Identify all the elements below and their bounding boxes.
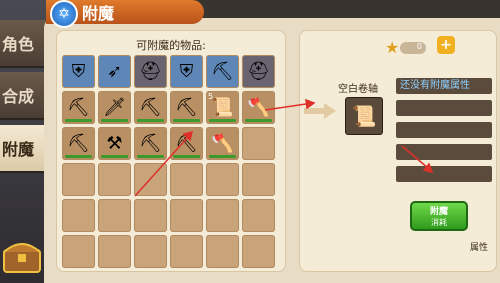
inventory-slot-empty[interactable] — [242, 199, 275, 232]
bow-icon: ➶ — [106, 61, 123, 82]
durability-bar — [209, 155, 236, 158]
inventory-slot-empty[interactable] — [206, 199, 239, 232]
scroll-label: 空白卷轴 — [338, 84, 378, 95]
property-slot-5 — [396, 166, 492, 182]
inventory-slot-empty[interactable] — [98, 163, 131, 196]
scroll-slot[interactable]: 📜 — [345, 97, 383, 135]
add-star-button[interactable]: + — [437, 36, 455, 54]
property-slot-4 — [396, 144, 492, 160]
arrow-right-icon — [304, 103, 336, 119]
treasure-chest-icon[interactable] — [0, 236, 44, 276]
scroll-icon: 📜 — [351, 104, 377, 128]
inventory-title: 可附魔的物品: — [136, 39, 206, 52]
enchant-cost-label: 消耗 — [431, 218, 447, 227]
durability-bar — [245, 119, 272, 122]
helmet-icon: ⛑ — [139, 61, 162, 82]
inventory-panel: 可附魔的物品: ⛨ ➶ ⛑ ⛨ ⛏ ⛑ ⛏ 🗡 ⛏ ⛏ 📜 5 🪓 ⛏ ⚒ ⛏ ⛏ 🪓 — [56, 30, 286, 272]
item-count: 5 — [208, 92, 214, 101]
inventory-slot-empty[interactable] — [170, 235, 203, 268]
inventory-slot-empty[interactable] — [170, 199, 203, 232]
inventory-slot-item[interactable]: ⛏ — [62, 127, 95, 160]
inventory-slot-empty[interactable] — [242, 127, 275, 160]
inventory-slot-empty[interactable] — [62, 163, 95, 196]
tab-enchant[interactable]: 附魔 — [0, 125, 50, 173]
inventory-slot-item[interactable]: ⛑ — [242, 55, 275, 88]
inventory-slot-item[interactable]: ⛏ — [170, 91, 203, 124]
tab-role-label: 角色 — [2, 35, 35, 54]
inventory-slot-empty[interactable] — [62, 199, 95, 232]
pickaxe-icon: ⛏ — [211, 61, 234, 82]
inventory-slot-item[interactable]: 📜 5 — [206, 91, 239, 124]
inventory-slot-item[interactable]: ⛑ — [134, 55, 167, 88]
inventory-slot-empty[interactable] — [242, 235, 275, 268]
inventory-slot-item[interactable]: 🗡 — [98, 91, 131, 124]
inventory-slot-empty[interactable] — [170, 163, 203, 196]
inventory-slot-empty[interactable] — [98, 235, 131, 268]
star-count: 0 — [400, 42, 426, 54]
property-slot-1: 还没有附魔属性 — [396, 78, 492, 94]
inventory-slot-item[interactable]: ⛏ — [170, 127, 203, 160]
inventory-slot-item[interactable]: ⛨ — [62, 55, 95, 88]
durability-bar — [101, 119, 128, 122]
durability-bar — [173, 119, 200, 122]
tab-enchant-label: 附魔 — [2, 140, 35, 159]
enchant-button-label: 附魔 — [429, 207, 448, 217]
helmet-iron-icon: ⛑ — [247, 61, 270, 82]
armor-blue-icon: ⛨ — [71, 61, 86, 82]
inventory-slot-empty[interactable] — [242, 163, 275, 196]
page-title: 附魔 — [82, 4, 115, 23]
inventory-slot-item[interactable]: ➶ — [98, 55, 131, 88]
inventory-slot-item[interactable]: ⛏ — [134, 127, 167, 160]
tab-craft[interactable]: 合成 — [0, 72, 50, 120]
inventory-slot-empty[interactable] — [62, 235, 95, 268]
inventory-slot-item[interactable]: ⛏ — [134, 91, 167, 124]
inventory-grid: ⛨ ➶ ⛑ ⛨ ⛏ ⛑ ⛏ 🗡 ⛏ ⛏ 📜 5 🪓 ⛏ ⚒ ⛏ ⛏ 🪓 — [62, 55, 275, 268]
inventory-slot-item[interactable]: ⛏ — [206, 55, 239, 88]
inventory-slot-empty[interactable] — [206, 163, 239, 196]
inventory-slot-empty[interactable] — [206, 235, 239, 268]
durability-bar — [137, 119, 164, 122]
inventory-slot-item[interactable]: 🪓 — [242, 91, 275, 124]
tab-craft-label: 合成 — [2, 87, 35, 106]
property-slot-2 — [396, 100, 492, 116]
durability-bar — [209, 119, 236, 122]
chestplate-icon: ⛨ — [179, 61, 194, 82]
durability-bar — [173, 155, 200, 158]
durability-bar — [65, 119, 92, 122]
inventory-slot-item[interactable]: ⛨ — [170, 55, 203, 88]
inventory-slot-empty[interactable] — [134, 235, 167, 268]
tab-role[interactable]: 角色 — [0, 20, 50, 68]
inventory-slot-item[interactable]: ⛏ — [62, 91, 95, 124]
durability-bar — [137, 155, 164, 158]
inventory-slot-empty[interactable] — [98, 199, 131, 232]
star-of-david-icon: ✡ — [50, 0, 78, 28]
inventory-slot-item[interactable]: ⚒ — [98, 127, 131, 160]
durability-bar — [101, 155, 128, 158]
property-slot-3 — [396, 122, 492, 138]
inventory-slot-empty[interactable] — [134, 199, 167, 232]
enchant-button[interactable]: 附魔 消耗 — [410, 201, 468, 231]
inventory-slot-item[interactable]: 🪓 — [206, 127, 239, 160]
inventory-slot-empty[interactable] — [134, 163, 167, 196]
durability-bar — [65, 155, 92, 158]
attribute-label: 属性 — [470, 243, 489, 253]
